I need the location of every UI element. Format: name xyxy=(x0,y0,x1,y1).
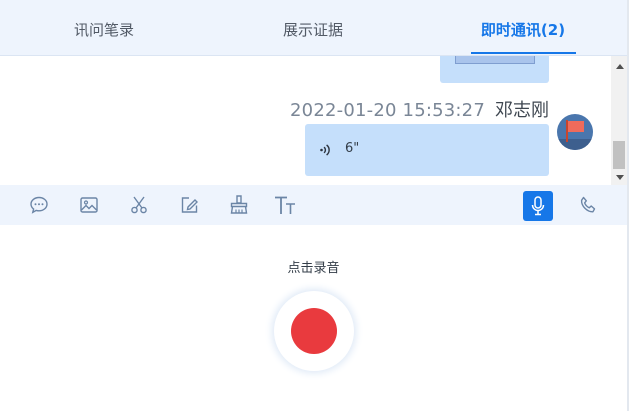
message-sender: 邓志刚 xyxy=(495,100,549,121)
tab-instant-messaging[interactable]: 即时通讯(2) xyxy=(469,0,577,55)
scissors-icon[interactable] xyxy=(127,193,151,217)
edit-icon[interactable] xyxy=(177,193,201,217)
voice-message-bubble[interactable]: 6" xyxy=(305,124,549,176)
voice-wave-icon xyxy=(318,142,334,158)
microphone-icon xyxy=(531,196,545,216)
scroll-up-arrow-icon[interactable] xyxy=(616,64,624,69)
active-tab-indicator xyxy=(471,52,576,54)
phone-icon[interactable] xyxy=(576,193,600,217)
chat-bubble-icon[interactable] xyxy=(27,193,51,217)
flag-cloth xyxy=(568,121,584,132)
clear-broom-icon[interactable] xyxy=(227,193,251,217)
scroll-down-arrow-icon[interactable] xyxy=(616,175,624,180)
message-list: 2022-01-20 15:53:27 邓志刚 6" xyxy=(0,56,627,185)
record-hint: 点击录音 xyxy=(287,261,340,276)
image-icon[interactable] xyxy=(77,193,101,217)
tab-interrogation-record[interactable]: 讯问笔录 xyxy=(50,0,158,55)
record-dot-icon xyxy=(291,308,337,354)
record-button[interactable] xyxy=(274,291,354,371)
font-size-icon[interactable] xyxy=(273,193,297,217)
voice-duration: 6" xyxy=(345,141,360,156)
avatar-background xyxy=(557,139,593,150)
microphone-button[interactable] xyxy=(523,191,553,221)
tab-show-evidence[interactable]: 展示证据 xyxy=(259,0,367,55)
message-header: 2022-01-20 15:53:27 邓志刚 xyxy=(290,96,549,122)
previous-message-image[interactable] xyxy=(455,56,535,64)
tab-bar: 讯问笔录 展示证据 即时通讯(2) xyxy=(0,0,627,56)
message-time: 2022-01-20 15:53:27 xyxy=(290,100,485,121)
avatar[interactable] xyxy=(557,114,593,150)
scrollbar-thumb[interactable] xyxy=(613,141,625,169)
